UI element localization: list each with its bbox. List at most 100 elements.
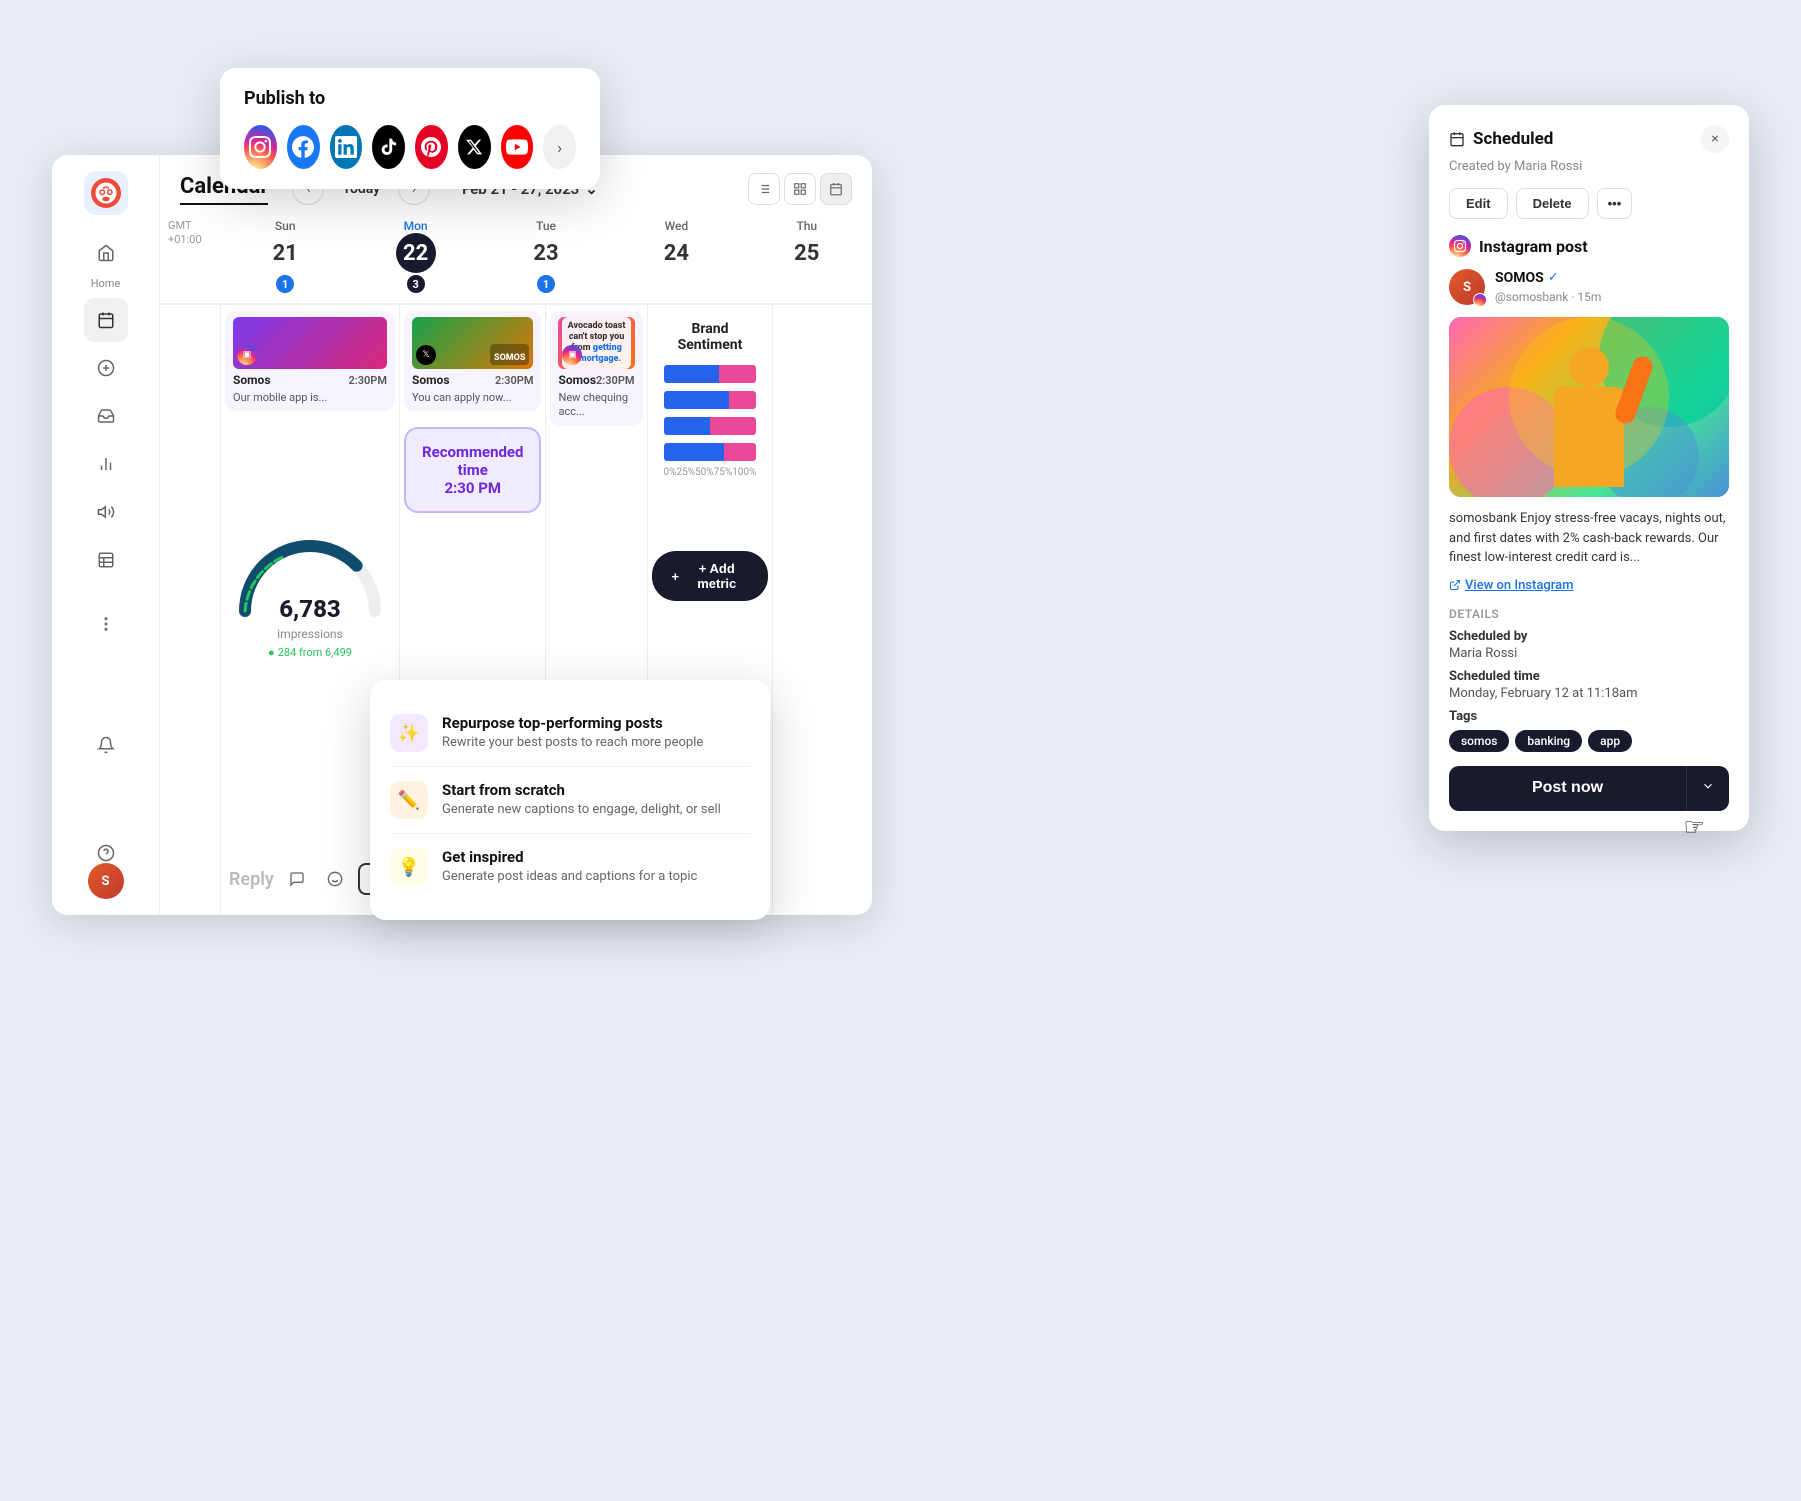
account-name-row: SOMOS ✓ — [1495, 270, 1601, 286]
message-icon[interactable] — [282, 864, 312, 894]
user-avatar[interactable]: S — [88, 863, 124, 899]
ai-scratch-title: Start from scratch — [442, 781, 721, 799]
day-col-wed: Wed 24 — [611, 215, 741, 297]
sun-badge: 1 — [276, 275, 294, 293]
scheduled-time-row: Scheduled time Monday, February 12 at 11… — [1449, 669, 1729, 701]
sidebar-item-inbox[interactable] — [84, 394, 128, 438]
emoji-icon[interactable] — [320, 864, 350, 894]
sidebar-item-compose[interactable] — [84, 346, 128, 390]
tiktok-icon[interactable] — [372, 125, 405, 169]
twitter-x-icon[interactable] — [458, 125, 491, 169]
home-icon[interactable] — [84, 231, 128, 275]
rec-time-line2: 2:30 PM — [422, 479, 523, 497]
scheduled-by-value: Maria Rossi — [1449, 646, 1729, 661]
pinterest-icon[interactable] — [415, 125, 448, 169]
recommended-time-badge: Recommended time 2:30 PM — [404, 427, 541, 513]
post-time-sun: 2:30PM — [348, 374, 387, 387]
grid-view-button[interactable] — [784, 173, 816, 205]
sidebar-item-calendar[interactable] — [84, 298, 128, 342]
ai-repurpose-item[interactable]: ✨ Repurpose top-performing posts Rewrite… — [390, 700, 750, 767]
post-now-button[interactable]: Post now — [1449, 766, 1686, 811]
add-metric-plus: + — [672, 569, 680, 584]
post-time-mon: 2:30PM — [495, 374, 534, 387]
rec-time-line1: Recommended time — [422, 443, 523, 479]
post-card-mon[interactable]: 𝕏 SOMOS Somos 2:30PM You can apply now..… — [404, 311, 541, 411]
instagram-icon[interactable] — [244, 125, 277, 169]
instagram-overlay-icon: ▣ — [237, 345, 257, 365]
bar-chart — [664, 365, 757, 461]
facebook-icon[interactable] — [287, 125, 320, 169]
bar-blue-3 — [664, 417, 710, 435]
bar-row-1 — [664, 365, 757, 383]
impressions-delta: ● 284 from 6,499 — [225, 646, 395, 659]
external-link-icon — [1449, 579, 1461, 591]
post-image-sun: ▣ — [233, 317, 387, 369]
post-text-mon: You can apply now... — [412, 391, 533, 405]
impressions-widget: 6,783 impressions ● 284 from 6,499 — [225, 531, 395, 659]
sidebar-item-analytics[interactable] — [84, 442, 128, 486]
bar-row-3 — [664, 417, 757, 435]
sidebar-item-reports[interactable] — [84, 538, 128, 582]
publish-panel: Publish to › — [220, 68, 600, 189]
post-card-sun[interactable]: ▣ Somos 2:30PM Our mobile app is... — [225, 311, 395, 411]
bar-blue-4 — [664, 443, 724, 461]
ig-post-label: Instagram post — [1449, 235, 1729, 257]
post-account-mon: Somos — [412, 373, 450, 387]
time-col — [160, 305, 220, 915]
scheduled-title-row: Scheduled — [1449, 129, 1553, 149]
bar-pink-2 — [729, 391, 757, 409]
sun-num: 21 — [265, 233, 305, 273]
post-text-tue: New chequing acc... — [558, 391, 634, 420]
tag-banking: banking — [1515, 730, 1582, 752]
delete-button[interactable]: Delete — [1516, 188, 1589, 219]
sidebar-item-home[interactable]: Home — [84, 231, 128, 290]
scheduled-by-label: Scheduled by — [1449, 629, 1729, 644]
scheduled-title: Scheduled — [1473, 129, 1553, 149]
post-now-dropdown-button[interactable] — [1686, 766, 1729, 811]
details-title: Details — [1449, 607, 1729, 621]
scheduled-panel-header: Scheduled × — [1449, 125, 1729, 153]
ai-inspire-item[interactable]: 💡 Get inspired Generate post ideas and c… — [390, 834, 750, 900]
tags-label: Tags — [1449, 709, 1729, 724]
account-row: S SOMOS ✓ @somosbank · 15m — [1449, 269, 1729, 305]
post-account-sun: Somos — [233, 373, 271, 387]
twitter-overlay-icon: 𝕏 — [416, 345, 436, 365]
ai-scratch-item[interactable]: ✏️ Start from scratch Generate new capti… — [390, 767, 750, 834]
sidebar-item-more[interactable] — [84, 602, 128, 646]
post-header-mon: Somos 2:30PM — [412, 373, 533, 387]
account-info: SOMOS ✓ @somosbank · 15m — [1495, 270, 1601, 305]
bar-blue-2 — [664, 391, 729, 409]
day-headers: GMT +01:00 Sun 21 1 Mon 22 3 Tue 23 — [160, 215, 872, 304]
scheduled-by-row: Scheduled by Maria Rossi — [1449, 629, 1729, 661]
instagram-post-icon — [1449, 235, 1471, 257]
post-card-tue[interactable]: Avocado toastcan't stop youfrom gettinga… — [550, 311, 642, 426]
sidebar-item-notifications[interactable] — [84, 723, 128, 767]
add-metric-button[interactable]: + + Add metric — [652, 551, 769, 601]
post-image-preview — [1449, 317, 1729, 497]
more-platforms-button[interactable]: › — [543, 125, 576, 169]
linkedin-icon[interactable] — [330, 125, 363, 169]
scheduled-time-value: Monday, February 12 at 11:18am — [1449, 686, 1729, 701]
ai-repurpose-content: Repurpose top-performing posts Rewrite y… — [442, 714, 703, 750]
wed-num: 24 — [656, 233, 696, 273]
tue-num: 23 — [526, 233, 566, 273]
list-view-button[interactable] — [748, 173, 780, 205]
day-col-mon: Mon 22 3 — [350, 215, 480, 297]
edit-button[interactable]: Edit — [1449, 188, 1508, 219]
close-button[interactable]: × — [1701, 125, 1729, 153]
sidebar-item-campaigns[interactable] — [84, 490, 128, 534]
avatar-initials: S — [88, 863, 124, 899]
hootsuite-logo — [84, 171, 128, 215]
sun-label: Sun — [275, 219, 296, 233]
home-label: Home — [91, 277, 121, 290]
view-on-instagram-link[interactable]: View on Instagram — [1449, 578, 1729, 593]
chevron-down-icon — [1701, 779, 1715, 793]
tag-somos: somos — [1449, 730, 1509, 752]
more-options-button[interactable]: ••• — [1597, 188, 1633, 219]
post-image-mon: 𝕏 SOMOS — [412, 317, 533, 369]
youtube-icon[interactable] — [501, 125, 534, 169]
calendar-view-button[interactable] — [820, 173, 852, 205]
post-text-sun: Our mobile app is... — [233, 391, 387, 405]
post-caption: somosbank Enjoy stress-free vacays, nigh… — [1449, 509, 1729, 568]
ig-badge — [1473, 293, 1487, 307]
